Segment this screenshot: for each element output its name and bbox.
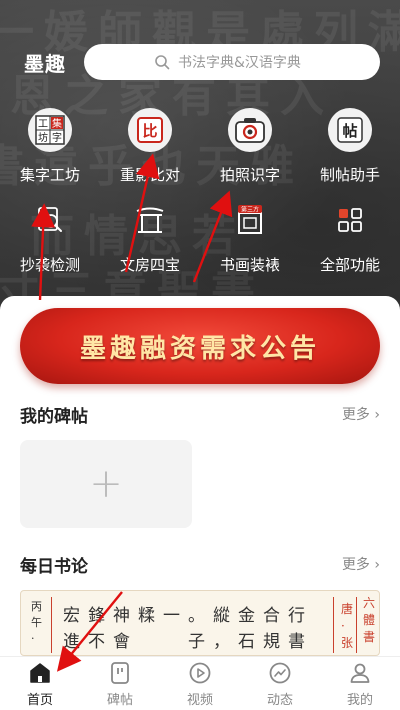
tool-collect-chars[interactable]: 工 集 坊 字 集字工坊 xyxy=(0,108,100,185)
quote-line: 進不會 子，石規書 xyxy=(63,632,313,652)
more-link-my-tablets[interactable]: 更多 › xyxy=(342,404,380,424)
tie-helper-icon: 帖 xyxy=(328,108,372,152)
tool-label: 重影比对 xyxy=(119,166,180,184)
quote-book-char: 六 xyxy=(363,596,376,610)
collect-glyph-2: 集 xyxy=(52,117,62,130)
tool-tie-helper[interactable]: 帖 制帖助手 xyxy=(300,108,400,185)
plus-icon: + xyxy=(89,461,123,507)
quote-author-char: 张 xyxy=(341,636,354,650)
divider xyxy=(356,597,357,653)
section-title-my-tablets: 我的碑帖 xyxy=(20,407,88,427)
tie-glyph: 帖 xyxy=(342,122,357,140)
tab-profile[interactable]: 我的 xyxy=(320,657,400,710)
collect-glyph-3: 坊 xyxy=(38,131,48,144)
divider xyxy=(333,597,334,653)
trend-icon xyxy=(269,662,291,684)
quote-book-char: 書 xyxy=(363,630,376,644)
tab-label: 碑帖 xyxy=(106,693,133,708)
tool-label: 拍照识字 xyxy=(219,166,280,184)
collect-glyph-4: 字 xyxy=(52,131,62,144)
tool-label: 全部功能 xyxy=(319,256,380,274)
more-link-daily[interactable]: 更多 › xyxy=(342,554,380,574)
app-title: 墨趣 xyxy=(24,52,66,76)
tab-label: 我的 xyxy=(346,693,373,708)
tool-plagiarism-check[interactable]: 抄袭检测 xyxy=(0,198,100,275)
quote-author: 唐 · 张 xyxy=(341,601,353,652)
video-icon xyxy=(189,662,211,684)
quote-author-char: 唐 xyxy=(341,602,354,616)
archway-icon xyxy=(128,198,172,242)
quote-author-char: · xyxy=(341,619,345,633)
tool-label: 抄袭检测 xyxy=(19,256,80,274)
compare-glyph: 比 xyxy=(142,122,157,140)
camera-icon xyxy=(228,108,272,152)
tool-label: 文房四宝 xyxy=(119,256,180,274)
tab-video[interactable]: 视频 xyxy=(160,657,240,710)
third-party-badge: 第三方 xyxy=(241,206,259,214)
top-bar: 墨趣 书法字典&汉语字典 xyxy=(0,40,400,84)
tool-compare[interactable]: 比 重影比对 xyxy=(100,108,200,185)
quote-book-char: 體 xyxy=(363,613,376,627)
tab-label: 动态 xyxy=(266,693,293,708)
search-icon xyxy=(155,55,170,70)
tool-four-treasures[interactable]: 文房四宝 xyxy=(100,198,200,275)
announcement-banner[interactable]: 墨趣融资需求公告 xyxy=(20,308,380,384)
more-label: 更多 xyxy=(341,407,370,423)
more-label: 更多 xyxy=(341,557,370,573)
quote-meta-char: 丙 xyxy=(31,600,42,613)
search-box[interactable]: 书法字典&汉语字典 xyxy=(84,44,380,80)
compare-icon: 比 xyxy=(128,108,172,152)
collect-chars-icon: 工 集 坊 字 xyxy=(28,108,72,152)
chevron-right-icon: › xyxy=(374,407,380,423)
chevron-right-icon: › xyxy=(374,557,380,573)
quote-book: 六 體 書 xyxy=(363,595,375,646)
tab-label: 首页 xyxy=(26,693,53,708)
daily-quote-card[interactable]: 丙 午 · 宏鋒神糅一。縱金合行 進不會 子，石規書 唐 · 张 六 體 書 xyxy=(20,590,380,656)
profile-icon xyxy=(350,663,370,683)
tab-moments[interactable]: 动态 xyxy=(240,657,320,710)
frame-icon: 第三方 xyxy=(228,198,272,242)
tab-tablets[interactable]: 碑帖 xyxy=(80,657,160,710)
tool-photo-recognize[interactable]: 拍照识字 xyxy=(200,108,300,185)
grid-icon xyxy=(328,198,372,242)
banner-text: 墨趣融资需求公告 xyxy=(79,333,320,364)
plagiarism-check-icon xyxy=(28,198,72,242)
collect-glyph-1: 工 xyxy=(38,119,48,130)
tool-mounting[interactable]: 第三方 书画装裱 xyxy=(200,198,300,275)
quote-meta-char: · xyxy=(31,632,35,645)
tool-label: 书画装裱 xyxy=(219,256,280,274)
home-icon xyxy=(30,663,50,683)
section-title-daily: 每日书论 xyxy=(20,557,88,577)
tool-label: 制帖助手 xyxy=(319,166,380,184)
quote-meta-char: 午 xyxy=(31,616,42,629)
tablet-icon xyxy=(111,662,129,684)
bottom-tab-bar: 首页 碑帖 视频 动态 我的 xyxy=(0,656,400,710)
tool-all-functions[interactable]: 全部功能 xyxy=(300,198,400,275)
divider xyxy=(51,597,52,653)
tab-label: 视频 xyxy=(186,693,213,708)
quote-line: 宏鋒神糅一。縱金合行 xyxy=(63,606,313,626)
search-placeholder: 书法字典&汉语字典 xyxy=(178,55,301,71)
tool-label: 集字工坊 xyxy=(19,166,80,184)
tab-home[interactable]: 首页 xyxy=(0,657,80,710)
quote-meta: 丙 午 · xyxy=(31,599,42,647)
add-tablet-card[interactable]: + xyxy=(20,440,192,528)
